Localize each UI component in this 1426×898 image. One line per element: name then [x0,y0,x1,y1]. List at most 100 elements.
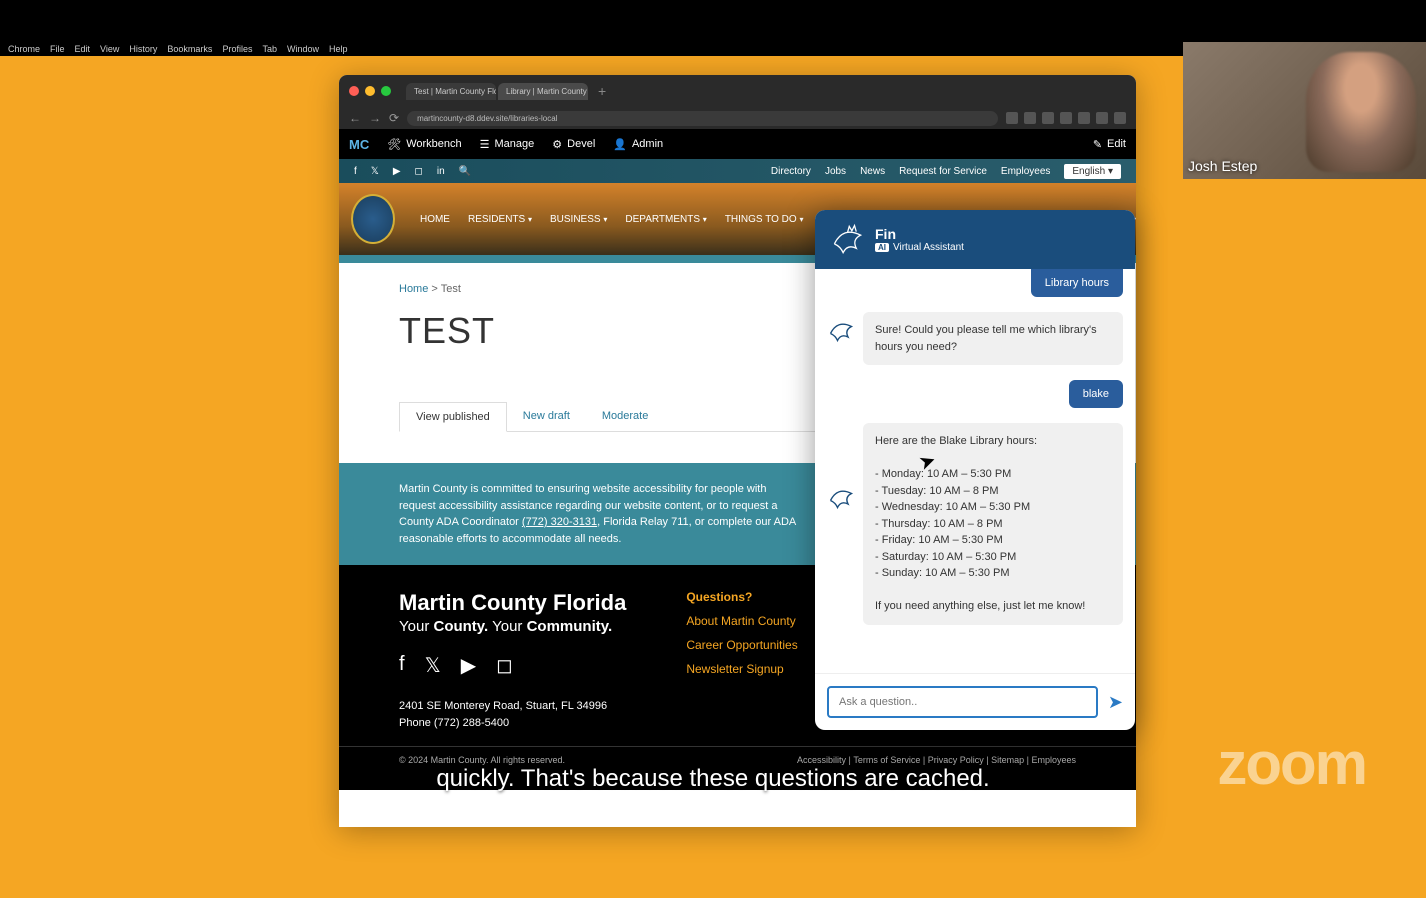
extension-icon[interactable] [1096,112,1108,124]
user-message: Library hours [1031,269,1123,297]
x-twitter-icon[interactable]: 𝕏 [371,166,379,177]
ada-phone-link[interactable]: (772) 320-3131 [522,516,597,528]
chevron-down-icon: ▾ [799,215,803,224]
browser-tab[interactable]: Test | Martin County Florida [406,83,496,100]
footer-employees[interactable]: Employees [1031,755,1076,765]
menu-help[interactable]: Help [329,44,348,54]
x-twitter-icon[interactable]: 𝕏 [425,653,441,678]
sailfish-icon [827,483,855,511]
top-link-employees[interactable]: Employees [1001,166,1050,177]
top-link-request[interactable]: Request for Service [899,166,987,177]
menu-profiles[interactable]: Profiles [222,44,252,54]
menu-file[interactable]: File [50,44,65,54]
nav-residents[interactable]: RESIDENTS ▾ [468,214,532,225]
youtube-icon[interactable]: ▶ [461,653,476,678]
nav-business[interactable]: BUSINESS ▾ [550,214,607,225]
nav-home[interactable]: HOME [420,214,450,225]
language-selector[interactable]: English ▾ [1064,164,1121,179]
admin-user[interactable]: 👤Admin [613,138,663,151]
address-bar: ← → ⟳ martincounty-d8.ddev.site/librarie… [339,107,1136,129]
footer-accessibility[interactable]: Accessibility [797,755,846,765]
youtube-icon[interactable]: ▶ [393,166,401,177]
user-message: blake [1069,380,1123,408]
presenter-name: Josh Estep [1188,158,1257,174]
reload-button[interactable]: ⟳ [389,111,399,125]
forward-button[interactable]: → [369,111,381,125]
admin-workbench[interactable]: 🛠Workbench [387,138,461,151]
browser-tab-active[interactable]: Library | Martin County Flo... [498,83,588,100]
presenter-webcam: Josh Estep [1183,42,1426,179]
admin-devel[interactable]: ⚙Devel [552,138,595,151]
sailfish-icon [830,222,865,257]
chat-bot-name: Fin [875,226,964,242]
drupal-admin-toolbar: MC 🛠Workbench ☰Manage ⚙Devel 👤Admin ✎Edi… [339,129,1136,159]
facebook-icon[interactable]: f [399,653,405,678]
url-field[interactable]: martincounty-d8.ddev.site/libraries-loca… [407,111,998,126]
menu-bookmarks[interactable]: Bookmarks [167,44,212,54]
menu-edit[interactable]: Edit [75,44,91,54]
extension-icon[interactable] [1042,112,1054,124]
footer-sitemap[interactable]: Sitemap [991,755,1024,765]
tab-view-published[interactable]: View published [399,402,507,432]
breadcrumb-home[interactable]: Home [399,283,428,295]
tab-moderate[interactable]: Moderate [586,402,664,431]
chevron-down-icon: ▾ [528,215,532,224]
footer-title: Martin County Florida [399,590,626,616]
extension-icon[interactable] [1006,112,1018,124]
menu-history[interactable]: History [129,44,157,54]
footer-link-careers[interactable]: Career Opportunities [686,638,797,652]
instagram-icon[interactable]: ◻ [496,653,513,678]
chevron-down-icon: ▾ [703,215,707,224]
copyright: © 2024 Martin County. All rights reserve… [399,755,565,765]
chat-assistant-panel: Fin AIVirtual Assistant Library hours Su… [815,210,1135,730]
tab-new-draft[interactable]: New draft [507,402,586,431]
social-top-bar: f 𝕏 ▶ ◻ in 🔍 Directory Jobs News Request… [339,159,1136,183]
footer-phone: Phone (772) 288-5400 [399,715,626,732]
chat-messages[interactable]: Library hours Sure! Could you please tel… [815,269,1135,673]
nav-things-to-do[interactable]: THINGS TO DO ▾ [725,214,804,225]
footer-privacy[interactable]: Privacy Policy [928,755,984,765]
send-button[interactable]: ➤ [1108,692,1123,713]
menu-chrome[interactable]: Chrome [8,44,40,54]
extension-icon[interactable] [1114,112,1126,124]
pencil-icon: ✎ [1093,138,1102,151]
menu-tab[interactable]: Tab [262,44,277,54]
breadcrumb-current: Test [441,283,461,295]
footer-link-newsletter[interactable]: Newsletter Signup [686,662,797,676]
back-button[interactable]: ← [349,111,361,125]
window-maximize-button[interactable] [381,86,391,96]
extension-icon[interactable] [1078,112,1090,124]
admin-logo[interactable]: MC [349,137,369,152]
top-link-jobs[interactable]: Jobs [825,166,846,177]
top-link-news[interactable]: News [860,166,885,177]
search-icon[interactable]: 🔍 [459,166,471,177]
footer-questions[interactable]: Questions? [686,590,797,604]
admin-manage[interactable]: ☰Manage [480,138,535,151]
extension-icon[interactable] [1024,112,1036,124]
footer-terms[interactable]: Terms of Service [853,755,920,765]
window-minimize-button[interactable] [365,86,375,96]
facebook-icon[interactable]: f [354,166,357,177]
extension-icon[interactable] [1060,112,1072,124]
top-link-directory[interactable]: Directory [771,166,811,177]
browser-tabstrip: Test | Martin County Florida Library | M… [339,75,1136,107]
footer-tagline: Your County. Your Community. [399,618,626,635]
chat-input[interactable] [827,686,1098,718]
instagram-icon[interactable]: ◻ [415,166,423,177]
chat-header: Fin AIVirtual Assistant [815,210,1135,269]
footer-link-about[interactable]: About Martin County [686,614,797,628]
admin-edit-button[interactable]: ✎Edit [1093,138,1126,151]
presenter-video [1306,52,1416,172]
chat-input-row: ➤ [815,673,1135,730]
menu-view[interactable]: View [100,44,119,54]
bot-message: Here are the Blake Library hours: - Mond… [863,423,1123,625]
menu-window[interactable]: Window [287,44,319,54]
linkedin-icon[interactable]: in [437,166,445,177]
county-seal-icon[interactable] [351,194,395,244]
new-tab-button[interactable]: + [590,83,614,100]
nav-departments[interactable]: DEPARTMENTS ▾ [625,214,706,225]
wrench-icon: 🛠 [387,138,401,151]
window-close-button[interactable] [349,86,359,96]
chevron-down-icon: ▾ [603,215,607,224]
user-icon: 👤 [613,138,627,151]
